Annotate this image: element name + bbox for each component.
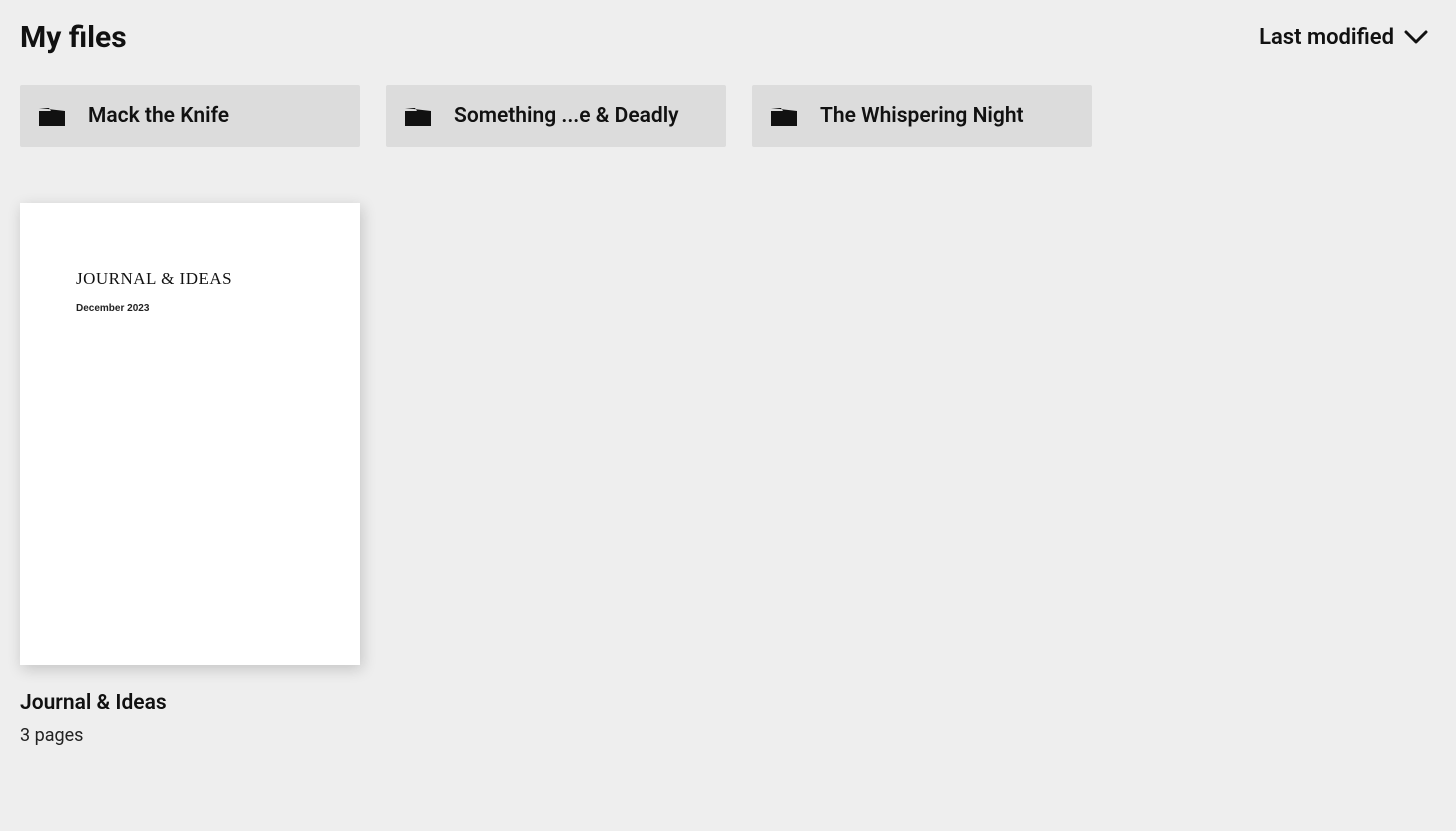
file-title: Journal & Ideas — [20, 691, 360, 715]
folder-name: The Whispering Night — [820, 104, 1024, 128]
folder-card-whispering-night[interactable]: The Whispering Night — [752, 85, 1092, 147]
folders-row: Mack the Knife Something ...e & Deadly T… — [20, 85, 1436, 147]
thumbnail-title: JOURNAL & IDEAS — [76, 269, 304, 289]
chevron-down-icon — [1404, 25, 1428, 50]
file-meta: 3 pages — [20, 725, 360, 746]
sort-label: Last modified — [1259, 25, 1394, 50]
page-title: My files — [20, 20, 127, 55]
folder-icon — [38, 105, 66, 127]
folder-card-something-deadly[interactable]: Something ...e & Deadly — [386, 85, 726, 147]
header: My files Last modified — [20, 20, 1436, 55]
sort-dropdown[interactable]: Last modified — [1259, 25, 1436, 50]
file-thumbnail: JOURNAL & IDEAS December 2023 — [20, 203, 360, 665]
files-grid: JOURNAL & IDEAS December 2023 Journal & … — [20, 203, 1436, 746]
folder-icon — [404, 105, 432, 127]
thumbnail-subtitle: December 2023 — [76, 303, 304, 314]
file-card-journal-ideas[interactable]: JOURNAL & IDEAS December 2023 Journal & … — [20, 203, 360, 746]
folder-name: Something ...e & Deadly — [454, 104, 679, 128]
folder-name: Mack the Knife — [88, 104, 229, 128]
folder-icon — [770, 105, 798, 127]
folder-card-mack-the-knife[interactable]: Mack the Knife — [20, 85, 360, 147]
